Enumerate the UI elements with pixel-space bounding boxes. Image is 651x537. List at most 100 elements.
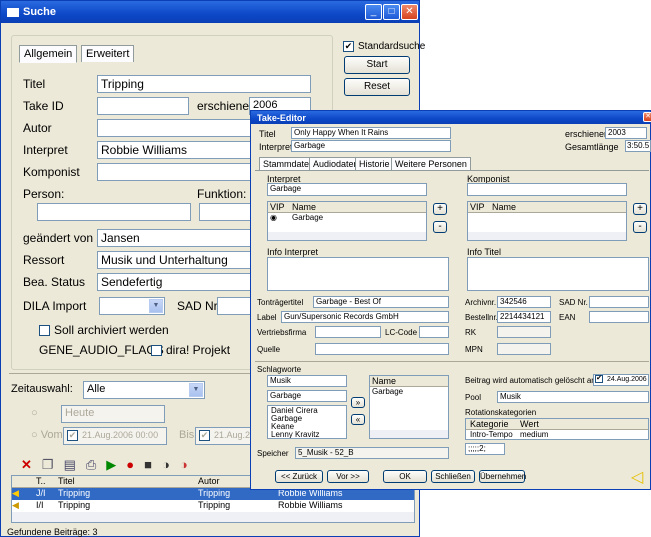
ed-komponist-input[interactable] (467, 183, 627, 196)
mpn-label: MPN (465, 345, 483, 354)
name-list-hscrollbar[interactable] (370, 430, 448, 438)
schlagworte-input[interactable]: Garbage (267, 390, 347, 402)
audio-red-icon[interactable]: ◑ (180, 457, 188, 473)
close-button[interactable]: ✕ (401, 4, 418, 20)
komponist-remove-button[interactable]: - (633, 221, 647, 233)
start-button[interactable]: Start (344, 56, 410, 74)
pool-select[interactable]: Musik (497, 391, 649, 403)
ok-button[interactable]: OK (383, 470, 427, 483)
zeitauswahl-select[interactable]: Alle (83, 381, 205, 399)
export-icon[interactable]: ▤ (64, 457, 76, 473)
dila-label: DILA Import (23, 299, 87, 313)
quelle-input[interactable] (315, 343, 449, 355)
schlagworte-name-list: Name Garbage (369, 375, 449, 439)
radio-icon[interactable]: ◉ (268, 213, 292, 222)
bestellnr-input[interactable]: 2214434121 (497, 311, 551, 323)
bis-checkbox[interactable]: ✔ (199, 429, 210, 441)
uebernehmen-button[interactable]: Übernehmen (479, 470, 526, 483)
name-header: Name (292, 202, 317, 212)
autor-label: Autor (23, 121, 52, 135)
label-input[interactable]: Gun/Supersonic Records GmbH (281, 311, 449, 323)
result-toolbar: ✕ ❐ ▤ ⎙ ▶ ● ■ ◑ ◑ (21, 457, 188, 473)
vom-label[interactable]: ○ Vom: (31, 429, 66, 441)
print-icon[interactable]: ⎙ (86, 457, 96, 473)
ed-interpret-input[interactable]: Garbage (291, 140, 451, 152)
list-item[interactable]: Lenny Kravitz (271, 431, 343, 439)
reset-button[interactable]: Reset (344, 78, 410, 96)
delete-icon[interactable]: ✕ (21, 457, 32, 473)
editor-close-button[interactable]: ✕ (643, 112, 651, 122)
remove-schlagwort-button[interactable]: « (351, 414, 365, 425)
tab-line (255, 170, 649, 171)
zeitauswahl-label: Zeitauswahl: (11, 383, 73, 395)
tab-historie[interactable]: Historie (355, 157, 394, 170)
zurueck-button[interactable]: << Zurück (275, 470, 323, 483)
interpret-grid-header: VIP Name (268, 202, 426, 213)
beitrag-date[interactable]: ✔ 24.Aug.2006 (593, 374, 649, 386)
archiv-checkbox[interactable]: Soll archiviert werden (39, 323, 169, 337)
suche-titlebar[interactable]: Suche (1, 1, 419, 23)
table-row[interactable]: Intro-Tempo medium (466, 430, 648, 439)
maximize-button[interactable]: □ (383, 4, 400, 20)
list-item[interactable]: Garbage (370, 387, 448, 396)
bis-input[interactable]: ✔ 21.Aug.200 (195, 427, 255, 445)
tontraeger-input[interactable]: Garbage - Best Of (313, 296, 449, 308)
dira-checkbox[interactable]: dira! Projekt (151, 343, 230, 357)
heute-radio[interactable]: ○ (31, 407, 38, 419)
vom-radio[interactable]: ○ (31, 429, 41, 441)
speicher-select[interactable]: 5_Musik - 52_B (295, 447, 449, 459)
info-titel-textarea[interactable] (467, 257, 649, 291)
tab-allgemein[interactable]: Allgemein (19, 45, 78, 63)
ed-titel-input[interactable]: Only Happy When It Rains (291, 127, 451, 139)
mpn-input[interactable] (497, 343, 551, 355)
status-text: Gefundene Beiträge: 3 (7, 527, 98, 537)
ed-sadnr-input[interactable] (589, 296, 649, 308)
ed-erschienen-input[interactable]: 2003 (605, 127, 647, 139)
lccode-input[interactable] (419, 326, 449, 338)
results-hscrollbar[interactable] (12, 512, 414, 522)
komponist-hscrollbar[interactable] (468, 232, 626, 240)
table-row[interactable]: ◀ I/I Tripping Tripping Robbie Williams (12, 500, 414, 512)
audio-icon[interactable]: ◑ (162, 457, 170, 473)
record-icon[interactable]: ● (126, 457, 134, 473)
minimize-button[interactable]: _ (365, 4, 382, 20)
add-schlagwort-button[interactable]: » (351, 397, 365, 408)
titel-input[interactable]: Tripping (97, 75, 311, 93)
info-interpret-textarea[interactable] (267, 257, 449, 291)
waveform-icon[interactable]: ■ (144, 457, 152, 473)
heute-select[interactable]: Heute (61, 405, 165, 423)
vertrieb-input[interactable] (315, 326, 381, 338)
interpret-remove-button[interactable]: - (433, 221, 447, 233)
list-item[interactable]: ◉ Garbage (268, 213, 426, 222)
vor-button[interactable]: Vor >> (327, 470, 369, 483)
window-icon (7, 7, 19, 17)
interpret-add-button[interactable]: + (433, 203, 447, 215)
person-input[interactable] (37, 203, 191, 221)
takeid-input[interactable] (97, 97, 189, 115)
archivnr-input[interactable]: 342546 (497, 296, 551, 308)
vom-checkbox[interactable]: ✔ (67, 429, 78, 441)
copy-icon[interactable]: ❐ (42, 457, 54, 473)
ed-interpret-search[interactable]: Garbage (267, 183, 427, 196)
col-titel[interactable]: Titel (58, 476, 198, 487)
schliessen-button[interactable]: Schließen (431, 470, 475, 483)
interpret-name: Garbage (292, 213, 324, 222)
speaker-icon: ◀ (12, 500, 19, 510)
dila-select[interactable]: ▼ (99, 297, 165, 315)
beitrag-checkbox[interactable]: ✔ (595, 375, 603, 383)
standardsuche-checkbox[interactable]: ✔ Standardsuche (343, 41, 425, 52)
tab-weitere-personen[interactable]: Weitere Personen (391, 157, 471, 170)
play-icon[interactable]: ▶ (106, 457, 116, 473)
ean-input[interactable] (589, 311, 649, 323)
interpret-hscrollbar[interactable] (268, 232, 426, 240)
rk-input[interactable] (497, 326, 551, 338)
col-type[interactable]: T.. (36, 476, 58, 487)
quelle-label: Quelle (257, 345, 281, 354)
tab-erweitert[interactable]: Erweitert (81, 45, 135, 62)
info-interpret-label: Info Interpret (267, 247, 319, 257)
vom-input[interactable]: ✔ 21.Aug.2006 00:00 (63, 427, 167, 445)
komponist-add-button[interactable]: + (633, 203, 647, 215)
editor-titlebar[interactable]: Take-Editor (251, 111, 650, 124)
schlagworte-select[interactable]: Musik (267, 375, 347, 387)
speaker-icon[interactable]: ◁ (631, 467, 643, 487)
